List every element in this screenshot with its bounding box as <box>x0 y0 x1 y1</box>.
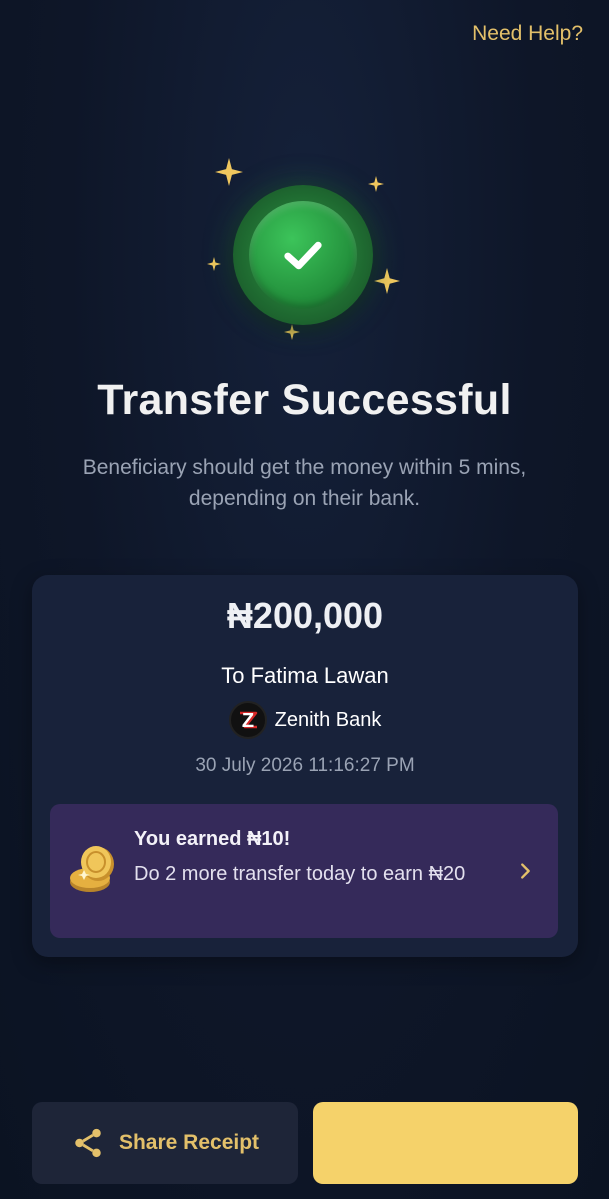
bank-info: Z Zenith Bank <box>32 701 578 739</box>
transfer-receipt-card: ₦200,000 To Fatima Lawan Z Zenith Bank 3… <box>32 575 578 957</box>
transfer-success-screen: Need Help? Transfer Successful Beneficia… <box>0 0 609 1199</box>
sparkle-icon <box>215 158 243 186</box>
share-receipt-label: Share Receipt <box>118 1131 260 1154</box>
share-receipt-button[interactable]: Share Receipt <box>32 1102 298 1184</box>
promo-title: You earned ₦10! <box>134 828 291 850</box>
bank-logo: Z <box>228 701 267 739</box>
sparkle-icon <box>284 324 300 340</box>
coin-icon <box>70 846 114 892</box>
sparkle-icon <box>207 257 221 271</box>
reward-promo-banner[interactable]: You earned ₦10! Do 2 more transfer today… <box>50 804 558 938</box>
primary-action-button[interactable] <box>313 1102 578 1184</box>
success-illustration <box>0 150 609 350</box>
bank-name: Zenith Bank <box>274 708 382 731</box>
status-subtitle: Beneficiary should get the money within … <box>82 456 527 510</box>
recipient-name: To Fatima Lawan <box>221 663 389 688</box>
chevron-right-icon <box>521 863 530 879</box>
transfer-timestamp: 30 July 2026 11:16:27 PM <box>195 755 415 776</box>
page-title: Transfer Successful <box>97 376 512 424</box>
share-icon <box>75 1128 101 1158</box>
action-bar: Share Receipt <box>0 1100 609 1190</box>
svg-text:Z: Z <box>242 710 254 732</box>
promo-text: Do 2 more transfer today to earn ₦20 <box>134 863 466 885</box>
sparkle-icon <box>374 268 400 294</box>
success-badge <box>233 185 373 325</box>
sparkle-icon <box>368 176 384 192</box>
need-help-link[interactable]: Need Help? <box>472 22 583 46</box>
check-icon <box>284 241 322 270</box>
transfer-amount: ₦200,000 <box>226 595 384 636</box>
